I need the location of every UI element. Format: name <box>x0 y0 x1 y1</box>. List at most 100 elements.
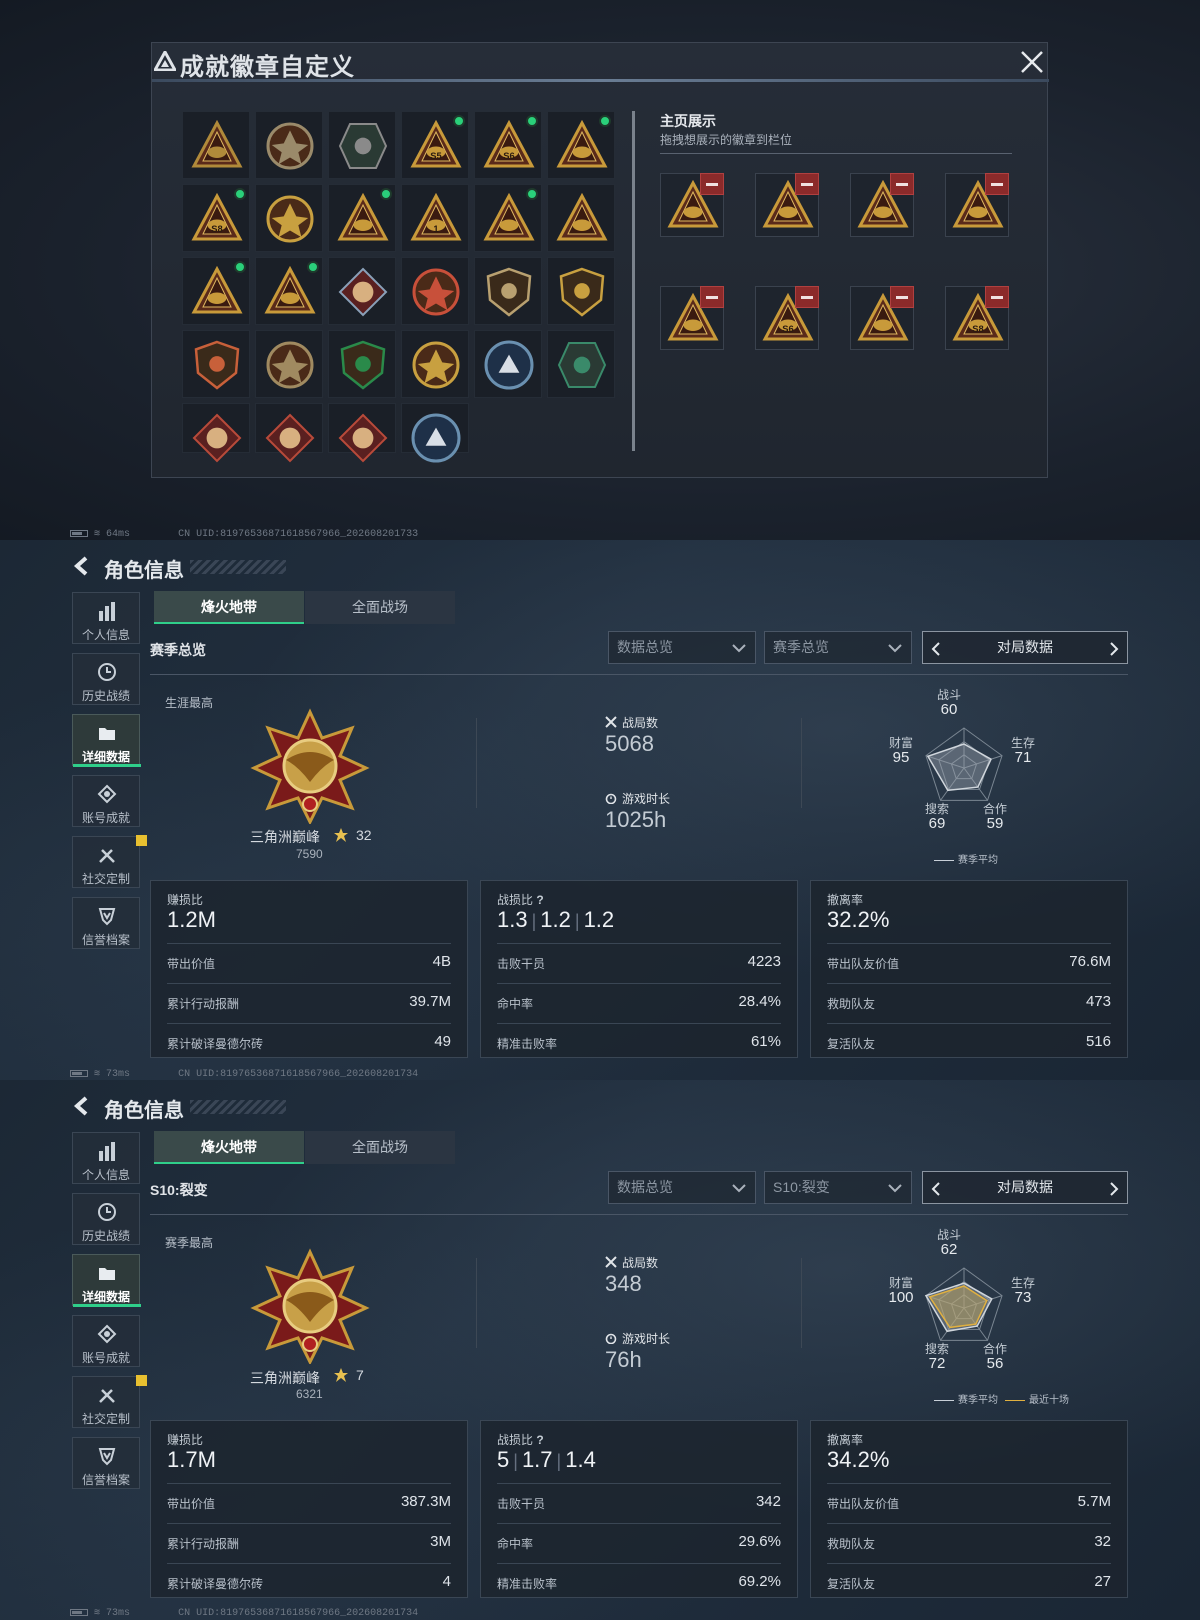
chevron-right-icon[interactable] <box>1109 1181 1119 1197</box>
badge-cell[interactable] <box>255 111 323 179</box>
badge-cell[interactable] <box>401 403 469 463</box>
remove-badge-button[interactable] <box>700 173 724 195</box>
badge-cell[interactable] <box>474 257 542 325</box>
dropdown-value: 数据总览 <box>617 1179 673 1195</box>
badge-cell[interactable] <box>182 111 250 179</box>
sidebar-item-bar-chart[interactable]: 个人信息 <box>72 1132 140 1184</box>
sidebar-item-bar-chart[interactable]: 个人信息 <box>72 592 140 644</box>
badge-cell[interactable]: S8 <box>182 184 250 252</box>
radar-combat-value: 62 <box>940 1241 958 1258</box>
sidebar-item-folder[interactable]: 详细数据 <box>72 714 141 767</box>
badge-cell[interactable] <box>255 184 323 252</box>
sidebar-item-tools[interactable]: 社交定制 <box>72 1375 147 1428</box>
showcase-slot[interactable] <box>755 173 819 237</box>
tab-haavk[interactable]: 烽火地带 <box>154 1131 304 1164</box>
badge-cell[interactable] <box>401 257 469 325</box>
badge-cell[interactable] <box>547 111 615 179</box>
sidebar-item-medal[interactable]: 账号成就 <box>72 1315 140 1367</box>
stat-value: 29.6% <box>738 1533 781 1550</box>
close-icon[interactable] <box>1019 49 1045 75</box>
back-arrow-icon[interactable] <box>72 555 90 577</box>
sidebar-item-clock[interactable]: 历史战绩 <box>72 653 140 705</box>
badge-cell[interactable] <box>255 330 323 398</box>
badge-cell[interactable] <box>182 403 250 463</box>
back-arrow-icon[interactable] <box>72 1095 90 1117</box>
sidebar-item-medal[interactable]: 账号成就 <box>72 775 140 827</box>
data-overview-dropdown[interactable]: 数据总览 <box>608 631 756 664</box>
remove-badge-button[interactable] <box>985 173 1009 195</box>
playtime-value: 1025h <box>605 807 667 832</box>
grid-scrollbar[interactable] <box>632 111 635 451</box>
sidebar-item-clock[interactable]: 历史战绩 <box>72 1193 140 1245</box>
folder-icon <box>99 728 115 740</box>
remove-badge-button[interactable] <box>890 173 914 195</box>
chevron-left-icon[interactable] <box>931 641 941 657</box>
badge-cell[interactable] <box>182 257 250 325</box>
badge-cell[interactable] <box>474 330 542 398</box>
data-overview-dropdown[interactable]: 数据总览 <box>608 1171 756 1204</box>
showcase-title: 主页展示 <box>660 113 716 129</box>
showcase-slot[interactable]: S6 <box>755 286 819 350</box>
stat-label: 复活队友 <box>827 1037 876 1051</box>
stat-row: 救助队友 32 <box>827 1523 1111 1561</box>
remove-badge-button[interactable] <box>795 286 819 308</box>
chevron-left-icon[interactable] <box>931 1181 941 1197</box>
stat-value: 39.7M <box>409 993 451 1010</box>
season-dropdown[interactable]: 赛季总览 <box>764 631 912 664</box>
tab-haavk[interactable]: 烽火地带 <box>154 591 304 624</box>
matches-label: 战局数 <box>622 1256 659 1270</box>
badge-cell[interactable] <box>328 257 396 325</box>
badge-cell[interactable] <box>547 330 615 398</box>
badge-cell[interactable] <box>547 257 615 325</box>
remove-badge-button[interactable] <box>700 286 724 308</box>
sidebar-item-shield[interactable]: 信誉档案 <box>72 1437 140 1489</box>
showcase-slot[interactable] <box>850 173 914 237</box>
playtime-label: 游戏时长 <box>622 792 671 806</box>
showcase-slot[interactable] <box>945 173 1009 237</box>
tab-warfare[interactable]: 全面战场 <box>305 1131 455 1164</box>
badge-cell[interactable] <box>328 111 396 179</box>
help-icon[interactable]: ? <box>536 1433 543 1447</box>
badge-cell[interactable] <box>182 330 250 398</box>
chevron-right-icon[interactable] <box>1109 641 1119 657</box>
playtime-label: 游戏时长 <box>622 1332 671 1346</box>
badge-cell[interactable] <box>328 330 396 398</box>
badge-cell[interactable]: S6 <box>474 111 542 179</box>
badge-cell[interactable] <box>401 330 469 398</box>
showcase-slot[interactable] <box>850 286 914 350</box>
legend-label: 赛季平均 <box>958 855 998 866</box>
showcase-slot[interactable] <box>660 286 724 350</box>
column-divider <box>801 1258 802 1348</box>
legend-season-avg: 赛季平均 <box>934 851 998 866</box>
stat-label: 击败干员 <box>497 1497 546 1511</box>
badge-cell[interactable] <box>328 403 396 463</box>
rank-emblem-icon <box>250 708 370 824</box>
badge-cell[interactable]: S5 <box>401 111 469 179</box>
best-rank-label: 赛季最高 <box>165 1236 214 1250</box>
remove-badge-button[interactable] <box>890 286 914 308</box>
badge-cell[interactable] <box>255 403 323 463</box>
column-divider <box>801 718 802 808</box>
tab-warfare[interactable]: 全面战场 <box>305 591 455 624</box>
stat-value: 516 <box>1085 1033 1111 1050</box>
badge-cell[interactable]: 1 <box>401 184 469 252</box>
kd-value: 1.2 <box>540 907 571 932</box>
badge-cell[interactable] <box>255 257 323 325</box>
sidebar-item-folder[interactable]: 详细数据 <box>72 1254 141 1307</box>
badge-cell[interactable] <box>328 184 396 252</box>
showcase-slot[interactable]: S8 <box>945 286 1009 350</box>
remove-badge-button[interactable] <box>795 173 819 195</box>
help-icon[interactable]: ? <box>536 893 543 907</box>
best-rank-label: 生涯最高 <box>165 696 214 710</box>
season-dropdown[interactable]: S10:裂变 <box>764 1171 912 1204</box>
helicopter-badge-icon <box>266 122 314 170</box>
sidebar-item-shield[interactable]: 信誉档案 <box>72 897 140 949</box>
badge-cell[interactable] <box>547 184 615 252</box>
s8-triangle-badge-icon: S8 <box>191 193 243 241</box>
remove-badge-button[interactable] <box>985 286 1009 308</box>
section-title: S10:裂变 <box>150 1182 208 1198</box>
stat-label: 累计行动报酬 <box>167 1537 240 1551</box>
sidebar-item-tools[interactable]: 社交定制 <box>72 835 147 888</box>
showcase-slot[interactable] <box>660 173 724 237</box>
badge-cell[interactable] <box>474 184 542 252</box>
